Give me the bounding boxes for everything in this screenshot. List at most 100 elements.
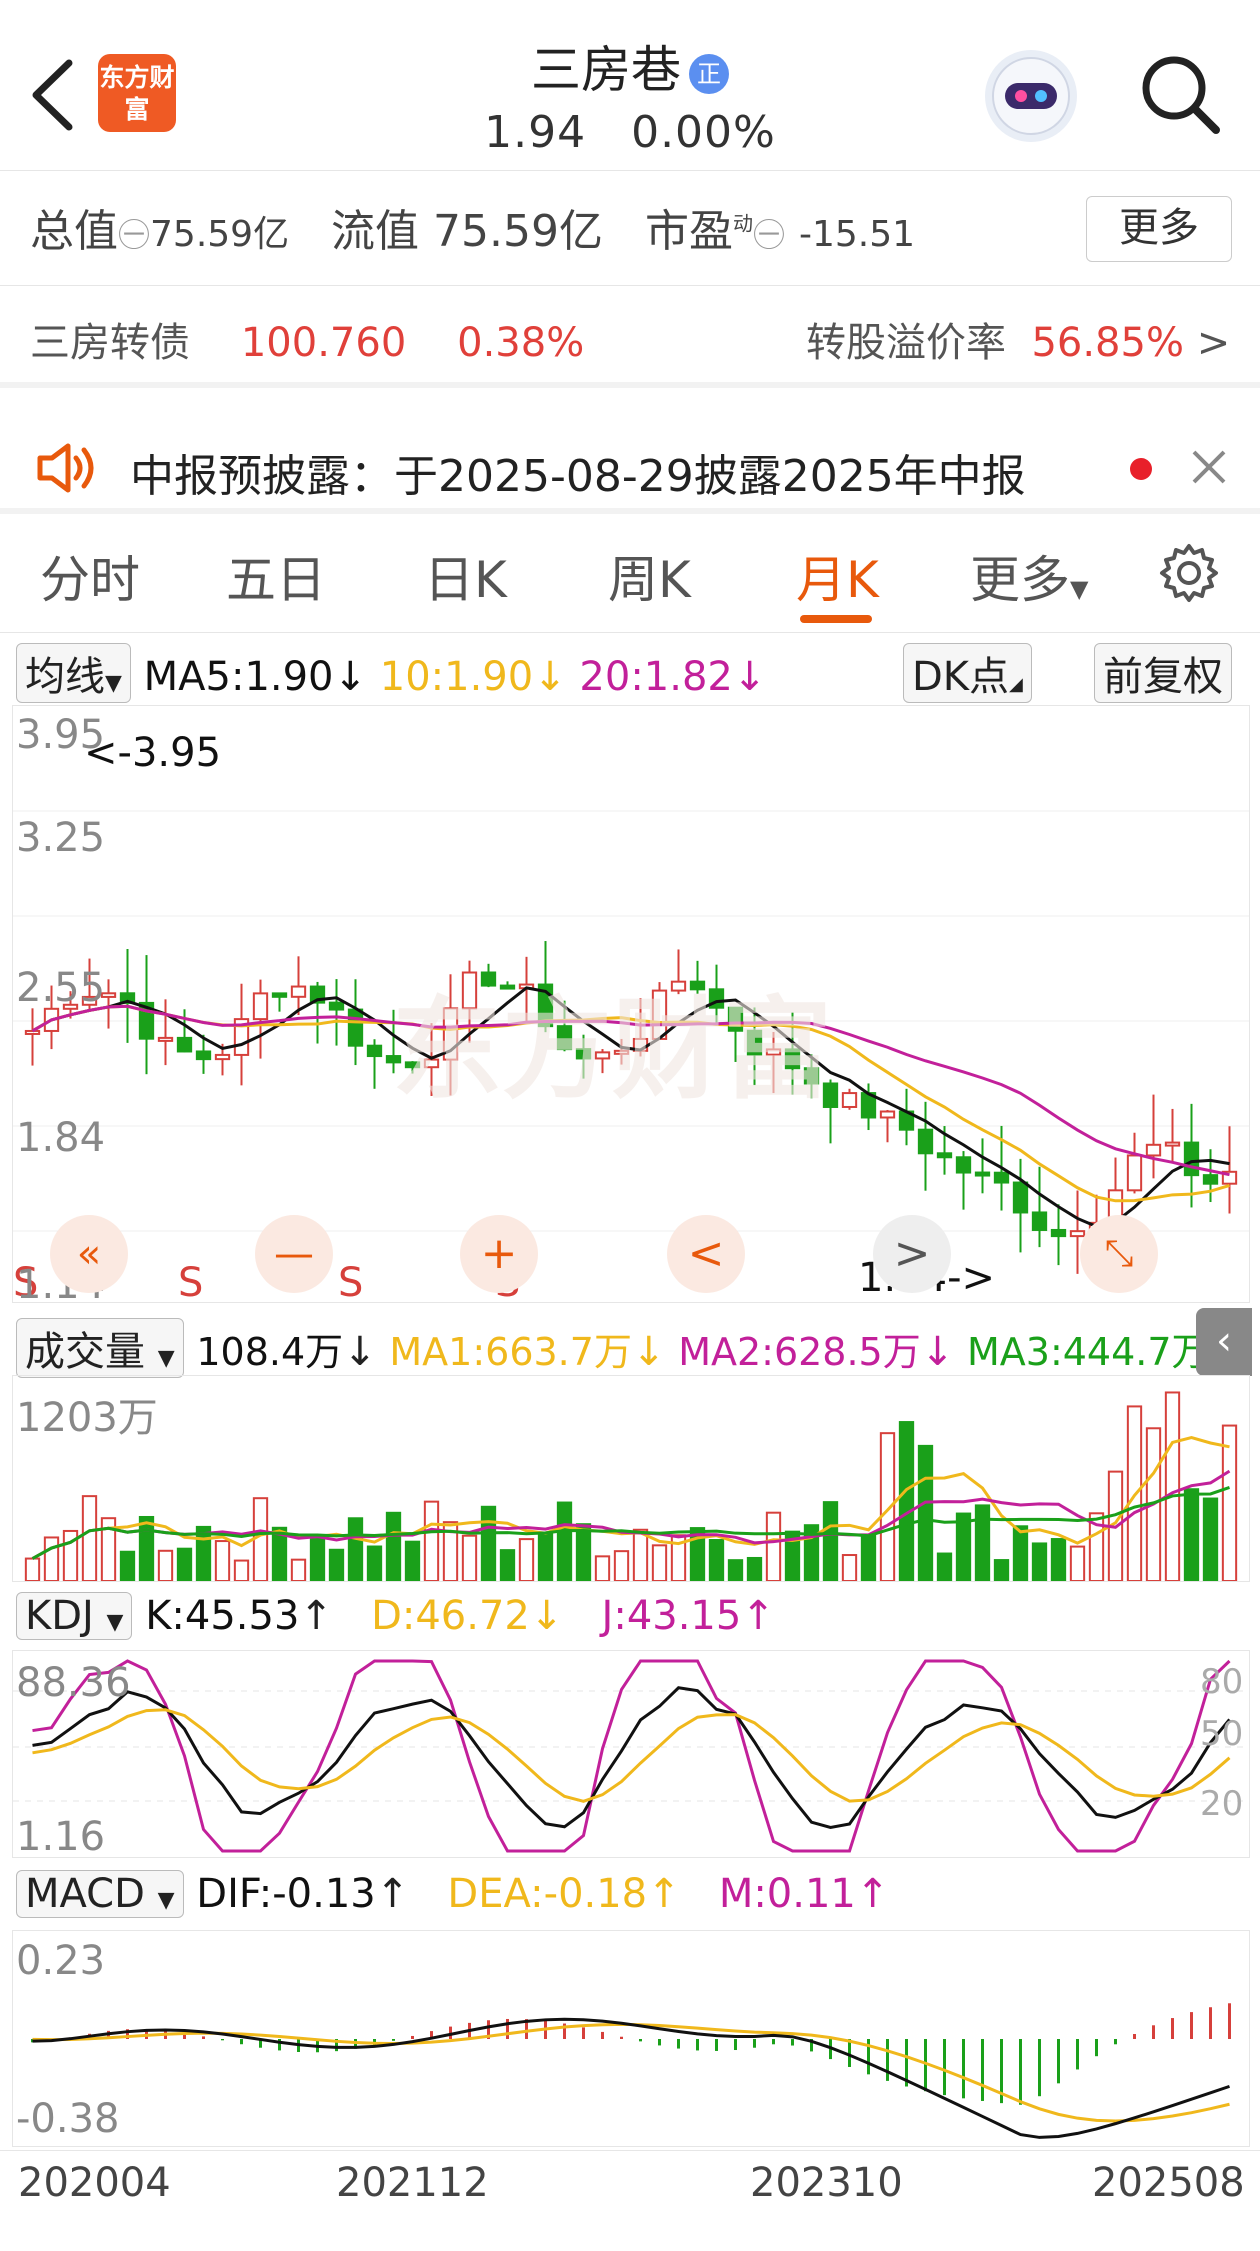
- stock-title: 三房巷正: [430, 30, 830, 102]
- volume-ma3: MA3:444.7万: [966, 1330, 1210, 1374]
- volume-y-label: 1203万: [16, 1395, 158, 1441]
- up-arrow-icon: ↑: [855, 1871, 890, 1917]
- stock-price: 1.94: [484, 107, 587, 158]
- tab-intraday[interactable]: 分时: [40, 540, 140, 612]
- x-axis-line: [0, 2150, 1260, 2151]
- macd-y-bottom: -0.38: [16, 2096, 120, 2142]
- tab-more-label: 更多: [970, 551, 1070, 609]
- candle-body: [974, 1171, 991, 1177]
- volume-bar: [461, 1534, 478, 1581]
- caret-down-icon: ▼: [157, 1888, 175, 1913]
- premium-row[interactable]: 转股溢价率 56.85% >: [806, 310, 1230, 368]
- convertible-bond-row[interactable]: 三房转债 100.760 0.38%: [30, 310, 584, 368]
- close-icon[interactable]: [1190, 448, 1228, 486]
- volume-bar: [841, 1554, 858, 1581]
- pe-dynamic-sup: 动: [732, 211, 753, 236]
- active-tab-indicator: [800, 615, 872, 623]
- caret-down-icon: ▼: [1070, 575, 1089, 603]
- adjust-button[interactable]: 前复权: [1094, 643, 1232, 703]
- kdj-d: D:46.72: [371, 1593, 530, 1639]
- more-stats-button[interactable]: 更多: [1086, 196, 1232, 262]
- assistant-robot-icon[interactable]: [985, 50, 1077, 142]
- kdj-selector-label: KDJ: [25, 1593, 94, 1639]
- up-arrow-icon: ↑: [647, 1871, 681, 1917]
- volume-bar: [499, 1549, 516, 1581]
- info-icon[interactable]: ㊀: [118, 216, 150, 254]
- x-label: 202004: [18, 2160, 171, 2206]
- float-value: 75.59亿: [433, 206, 604, 257]
- volume-bar: [176, 1547, 193, 1581]
- kdj-j: J:43.15: [601, 1593, 742, 1639]
- tab-daily-k[interactable]: 日K: [424, 540, 507, 612]
- volume-bar: [727, 1559, 744, 1581]
- volume-bar: [138, 1515, 155, 1581]
- sell-signal-marker: S: [178, 1260, 203, 1303]
- volume-bar: [1012, 1525, 1029, 1581]
- volume-bar: [594, 1555, 611, 1581]
- macd-selector-label: MACD: [25, 1871, 145, 1917]
- back-icon[interactable]: [24, 55, 84, 135]
- kdj-y-top: 88.36: [16, 1660, 131, 1706]
- macd-chart[interactable]: [12, 1930, 1250, 2147]
- zoom-in-button[interactable]: +: [460, 1215, 538, 1293]
- candle-body: [879, 1110, 896, 1119]
- kdj-line: [32, 1708, 1231, 1803]
- float-value-label: 流值: [331, 206, 420, 257]
- volume-bar: [423, 1500, 440, 1581]
- volume-bar: [347, 1517, 364, 1581]
- macd-selector[interactable]: MACD ▼: [16, 1870, 184, 1918]
- candle-body: [1012, 1181, 1029, 1214]
- zoom-out-button[interactable]: —: [255, 1215, 333, 1293]
- candle-body: [252, 992, 269, 1021]
- kdj-line: [32, 1686, 1231, 1830]
- volume-bar: [43, 1536, 60, 1581]
- tab-more[interactable]: 更多▼: [970, 540, 1088, 612]
- volume-bar: [822, 1501, 839, 1581]
- kdj-chart[interactable]: [12, 1650, 1250, 1858]
- collapse-panel-button[interactable]: ‹: [1196, 1308, 1252, 1376]
- next-button[interactable]: >: [873, 1215, 951, 1293]
- ma-selector[interactable]: 均线▼: [16, 643, 131, 703]
- volume-selector[interactable]: 成交量 ▼: [16, 1318, 184, 1378]
- kdj-y-bottom: 1.16: [16, 1814, 106, 1860]
- volume-bar: [328, 1548, 345, 1581]
- tab-monthly-k[interactable]: 月K: [796, 540, 879, 612]
- kdj-k: K:45.53: [145, 1593, 300, 1639]
- down-arrow-icon: ↓: [529, 1593, 564, 1639]
- valuation-row: 总值㊀75.59亿 流值 75.59亿 市盈动㊀ -15.51: [30, 195, 915, 259]
- rewind-button[interactable]: «: [50, 1215, 128, 1293]
- volume-bar: [157, 1549, 174, 1581]
- candle-body: [157, 1036, 174, 1042]
- tab-divider: [0, 632, 1260, 633]
- volume-bar: [765, 1511, 782, 1581]
- ma-selector-label: 均线: [25, 654, 105, 700]
- tab-weekly-k[interactable]: 周K: [608, 540, 691, 612]
- kdj-selector[interactable]: KDJ ▼: [16, 1592, 133, 1640]
- settings-gear-icon[interactable]: [1158, 542, 1220, 604]
- fullscreen-icon[interactable]: ⤡: [1080, 1215, 1158, 1293]
- volume-ma1: MA1:663.7万: [389, 1330, 632, 1374]
- ma-indicator-row: 均线▼ MA5:1.90↓ 10:1.90↓ 20:1.82↓: [16, 643, 766, 703]
- high-marker: <-3.95: [84, 730, 222, 776]
- volume-bar: [556, 1501, 573, 1581]
- y-label: 2.55: [16, 965, 106, 1011]
- search-icon[interactable]: [1138, 52, 1222, 136]
- volume-ma2: MA2:628.5万: [678, 1330, 921, 1374]
- candle-body: [1069, 1230, 1086, 1238]
- candle-body: [1126, 1154, 1143, 1192]
- up-arrow-icon: ↑: [741, 1593, 775, 1639]
- info-icon[interactable]: ㊀: [753, 216, 785, 254]
- prev-button[interactable]: <: [667, 1215, 745, 1293]
- tab-five-day[interactable]: 五日: [226, 540, 326, 612]
- y-label: 3.25: [16, 815, 106, 861]
- notice-bar[interactable]: 中报预披露：于2025-08-29披露2025年中报: [0, 420, 1260, 510]
- down-arrow-icon: ↓: [343, 1329, 377, 1375]
- logo-text: 东方财富: [99, 63, 175, 124]
- candle-body: [955, 1156, 972, 1174]
- candle-body: [214, 1053, 231, 1061]
- volume-chart[interactable]: [12, 1375, 1250, 1582]
- candle-body: [1164, 1141, 1181, 1147]
- down-arrow-icon: ↓: [533, 654, 567, 700]
- kdj-level-20: 20: [1200, 1784, 1244, 1824]
- dk-point-button[interactable]: DK点◢: [903, 643, 1032, 703]
